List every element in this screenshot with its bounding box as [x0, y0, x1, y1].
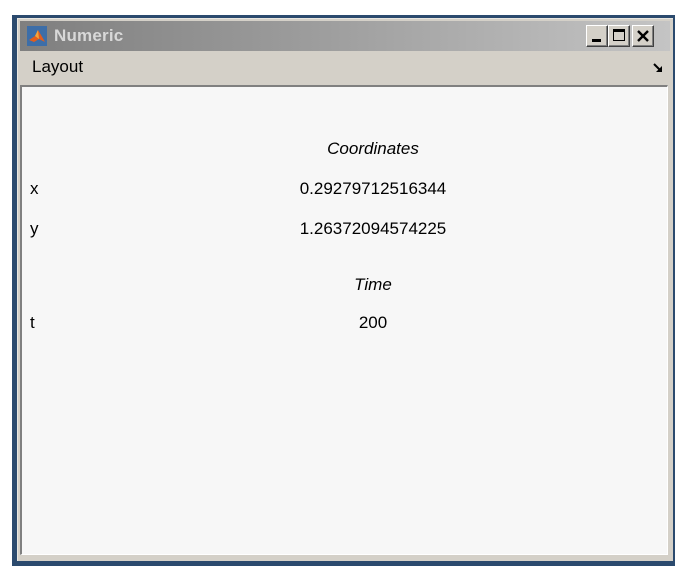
title-bar[interactable]: Numeric [20, 21, 670, 51]
numeric-panel: Coordinates x 0.29279712516344 y 1.26372… [20, 85, 668, 555]
window-frame: Numeric Layout Coordinates x 0.292797125… [17, 18, 673, 561]
row-value-y: 1.26372094574225 [299, 219, 447, 238]
close-icon [636, 29, 650, 43]
menu-bar: Layout [20, 53, 670, 81]
row-label-y: y [30, 219, 39, 238]
row-value-x: 0.29279712516344 [299, 179, 447, 198]
undock-arrow-icon[interactable] [652, 61, 664, 73]
section-title-time: Time [354, 275, 392, 294]
window-title: Numeric [54, 26, 124, 45]
row-label-x: x [30, 179, 39, 198]
close-button[interactable] [632, 25, 654, 47]
menu-item-layout[interactable]: Layout [32, 57, 83, 77]
maximize-icon [613, 29, 625, 41]
section-title-coordinates: Coordinates [327, 139, 419, 158]
matlab-icon[interactable] [27, 26, 47, 46]
minimize-button[interactable] [586, 25, 608, 47]
minimize-icon [592, 39, 601, 42]
row-value-t: 200 [358, 313, 388, 332]
numeric-window: Numeric Layout Coordinates x 0.292797125… [12, 15, 675, 566]
row-label-t: t [30, 313, 35, 332]
maximize-button[interactable] [608, 25, 630, 47]
